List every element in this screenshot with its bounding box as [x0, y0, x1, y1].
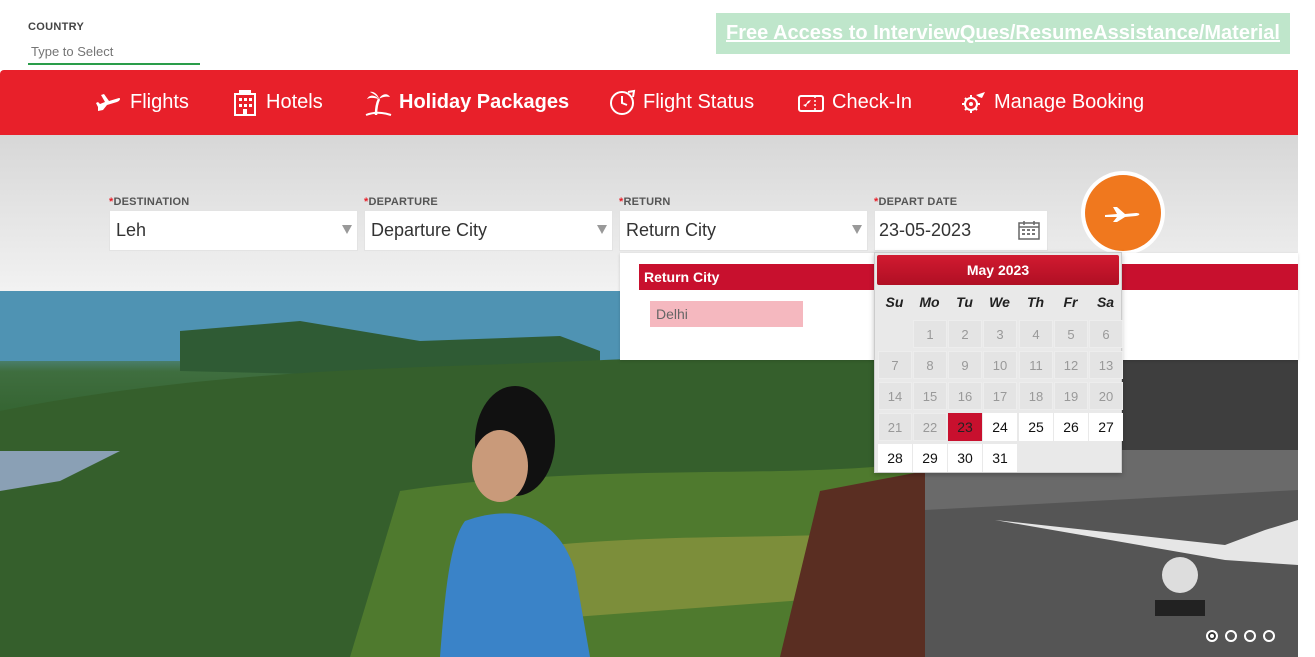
- nav-item-flight-status[interactable]: Flight Status: [608, 70, 754, 135]
- page: COUNTRY Free Access to InterviewQues/Res…: [0, 0, 1315, 657]
- calendar-day: 2: [948, 320, 982, 348]
- depart-date-input[interactable]: 23-05-2023: [874, 210, 1048, 251]
- calendar-weekday: Su: [885, 294, 904, 310]
- calendar-day: 1: [913, 320, 947, 348]
- calendar-day: 17: [983, 382, 1017, 410]
- departure-select[interactable]: Departure City: [364, 210, 613, 251]
- plane-icon: [95, 89, 123, 117]
- clock-plane-icon: [608, 89, 636, 117]
- calendar-day: 10: [983, 351, 1017, 379]
- search-button-circle: [1085, 175, 1161, 251]
- calendar-weekday: Mo: [919, 294, 940, 310]
- nav-label: Check-In: [832, 91, 913, 113]
- carousel-dot[interactable]: [1206, 630, 1218, 642]
- calendar-day: 6: [1089, 320, 1123, 348]
- calendar-day: 4: [1019, 320, 1053, 348]
- departure-label: *DEPARTURE: [364, 196, 438, 208]
- calendar-weekday: We: [989, 294, 1010, 310]
- nav-item-hotels[interactable]: Hotels: [231, 70, 323, 135]
- nav-item-manage-booking[interactable]: Manage Booking: [959, 70, 1144, 135]
- return-value: Return City: [626, 220, 717, 240]
- plane-icon: [1105, 207, 1140, 222]
- calendar-day: 18: [1019, 382, 1053, 410]
- return-select[interactable]: Return City: [619, 210, 868, 251]
- hotel-icon: [231, 89, 259, 117]
- calendar-day: 14: [878, 382, 912, 410]
- destination-label: *DESTINATION: [109, 196, 190, 208]
- depart-date-value: 23-05-2023: [879, 220, 972, 240]
- main-nav: Flights Hotels Holiday Packages Flight S…: [0, 70, 1298, 135]
- dropdown-arrow-icon: [597, 225, 607, 234]
- country-input[interactable]: [28, 40, 200, 65]
- calendar-day[interactable]: 29: [913, 444, 947, 472]
- nav-item-holiday-packages[interactable]: Holiday Packages: [364, 70, 569, 135]
- depart-date-label: *DEPART DATE: [874, 196, 958, 208]
- calendar-day: 7: [878, 351, 912, 379]
- calendar-day: 12: [1054, 351, 1088, 379]
- return-label: *RETURN: [619, 196, 671, 208]
- calendar-day[interactable]: 28: [878, 444, 912, 472]
- calendar-day: 19: [1054, 382, 1088, 410]
- calendar-weekday: Fr: [1063, 294, 1078, 310]
- search-flights-button[interactable]: [1081, 171, 1165, 255]
- dropdown-arrow-icon: [852, 225, 862, 234]
- calendar-weekday: Th: [1026, 294, 1045, 310]
- calendar-day[interactable]: 26: [1054, 413, 1088, 441]
- ticket-icon: [797, 89, 825, 117]
- calendar-day[interactable]: 23: [948, 413, 982, 441]
- calendar-day: 20: [1089, 382, 1123, 410]
- nav-label: Holiday Packages: [399, 91, 570, 113]
- carousel-dot[interactable]: [1263, 630, 1275, 642]
- calendar-day[interactable]: 27: [1089, 413, 1123, 441]
- calendar-day[interactable]: 25: [1019, 413, 1053, 441]
- calendar-weekday: Tu: [956, 294, 973, 310]
- calendar-day[interactable]: 31: [983, 444, 1017, 472]
- country-label: COUNTRY: [28, 21, 85, 33]
- calendar-icon[interactable]: [1018, 220, 1040, 240]
- nav-item-check-in[interactable]: Check-In: [797, 70, 912, 135]
- calendar-day: 15: [913, 382, 947, 410]
- calendar-weekday: Sa: [1096, 294, 1115, 310]
- calendar-day[interactable]: 30: [948, 444, 982, 472]
- calendar-day: 16: [948, 382, 982, 410]
- calendar-month-title: May 2023: [877, 255, 1119, 285]
- nav-label: Manage Booking: [994, 91, 1145, 113]
- palm-tree-icon: [364, 89, 392, 117]
- calendar-day: 21: [878, 413, 912, 441]
- carousel-dots: [1206, 630, 1275, 642]
- promo-link[interactable]: Free Access to InterviewQues/ResumeAssis…: [726, 22, 1280, 45]
- gear-plane-icon: [959, 89, 987, 117]
- return-city-option[interactable]: Delhi: [650, 301, 803, 327]
- nav-label: Flight Status: [643, 91, 755, 113]
- calendar-day: 22: [913, 413, 947, 441]
- calendar-day: 3: [983, 320, 1017, 348]
- destination-value: Leh: [116, 220, 147, 240]
- nav-label: Hotels: [266, 91, 323, 113]
- calendar-day: 8: [913, 351, 947, 379]
- dropdown-arrow-icon: [342, 225, 352, 234]
- calendar-day: 11: [1019, 351, 1053, 379]
- carousel-dot[interactable]: [1225, 630, 1237, 642]
- nav-item-flights[interactable]: Flights: [95, 70, 189, 135]
- departure-value: Departure City: [371, 220, 488, 240]
- carousel-dot[interactable]: [1244, 630, 1256, 642]
- calendar-day[interactable]: 24: [983, 413, 1017, 441]
- calendar-day: 13: [1089, 351, 1123, 379]
- promo-banner: Free Access to InterviewQues/ResumeAssis…: [716, 13, 1290, 54]
- calendar-day: 5: [1054, 320, 1088, 348]
- nav-label: Flights: [130, 91, 189, 113]
- date-picker: May 2023 Su Mo Tu We Th Fr Sa 1 2 3 4 5 6 7 8 9 10 11 12 13…: [874, 252, 1123, 473]
- destination-select[interactable]: Leh: [109, 210, 358, 251]
- calendar-day: 9: [948, 351, 982, 379]
